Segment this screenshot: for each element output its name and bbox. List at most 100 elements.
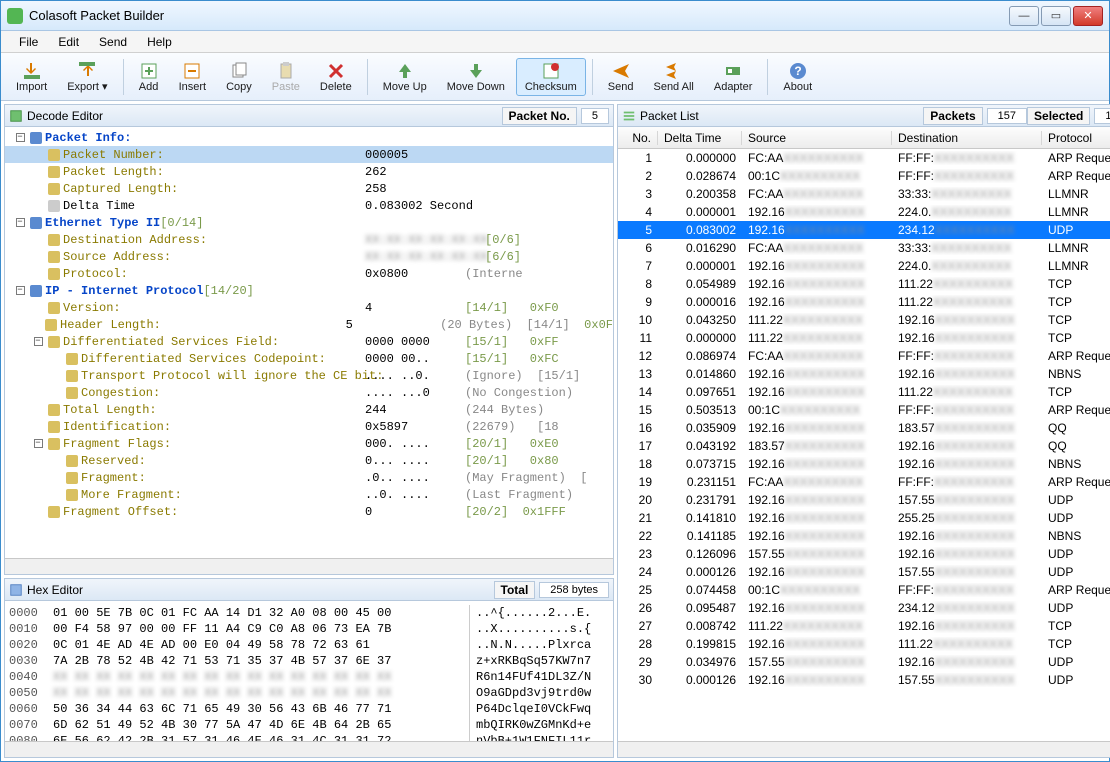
table-row[interactable]: 80.054989192.16XXXXXXXXXX111.22XXXXXXXXX…: [618, 275, 1110, 293]
table-row[interactable]: 250.07445800:1CXXXXXXXXXXFF:FF:XXXXXXXXX…: [618, 581, 1110, 599]
table-row[interactable]: 20.02867400:1CXXXXXXXXXXFF:FF:XXXXXXXXXX…: [618, 167, 1110, 185]
decode-icon: [9, 109, 23, 123]
maximize-button[interactable]: ▭: [1041, 6, 1071, 26]
toolbar-down-button[interactable]: Move Down: [438, 58, 514, 96]
decode-row[interactable]: Version:4[14/1] 0xF0: [5, 299, 613, 316]
table-row[interactable]: 180.073715192.16XXXXXXXXXX192.16XXXXXXXX…: [618, 455, 1110, 473]
hex-body[interactable]: 000001 00 5E 7B 0C 01 FC AA 14 D1 32 A0 …: [5, 601, 613, 741]
decode-row[interactable]: −Differentiated Services Field:0000 0000…: [5, 333, 613, 350]
hex-row[interactable]: 00706D 62 51 49 52 4B 30 77 5A 47 4D 6E …: [9, 717, 609, 733]
decode-row[interactable]: Differentiated Services Codepoint:0000 0…: [5, 350, 613, 367]
toolbar-insert-button[interactable]: Insert: [170, 58, 216, 96]
hex-hscroll[interactable]: [5, 741, 613, 757]
toolbar-delete-button[interactable]: Delete: [311, 58, 361, 96]
menu-send[interactable]: Send: [91, 33, 135, 51]
decode-row[interactable]: Congestion:.... ...0(No Congestion): [5, 384, 613, 401]
table-row[interactable]: 200.231791192.16XXXXXXXXXX157.55XXXXXXXX…: [618, 491, 1110, 509]
table-row[interactable]: 160.035909192.16XXXXXXXXXX183.57XXXXXXXX…: [618, 419, 1110, 437]
hex-row[interactable]: 001000 F4 58 97 00 00 FF 11 A4 C9 C0 A8 …: [9, 621, 609, 637]
toolbar-sendall-button[interactable]: Send All: [644, 58, 702, 96]
table-row[interactable]: 130.014860192.16XXXXXXXXXX192.16XXXXXXXX…: [618, 365, 1110, 383]
decode-row[interactable]: Fragment:.0.. ....(May Fragment) [: [5, 469, 613, 486]
decode-hscroll[interactable]: [5, 558, 613, 574]
decode-row[interactable]: Fragment Offset:0[20/2] 0x1FFF: [5, 503, 613, 520]
table-row[interactable]: 190.231151FC:AAXXXXXXXXXXFF:FF:XXXXXXXXX…: [618, 473, 1110, 491]
table-row[interactable]: 290.034976157.55XXXXXXXXXX192.16XXXXXXXX…: [618, 653, 1110, 671]
col-dest[interactable]: Destination: [892, 131, 1042, 145]
toolbar-paste-button[interactable]: Paste: [263, 58, 309, 96]
toolbar-export-button[interactable]: Export ▾: [58, 57, 116, 96]
decode-row[interactable]: −Ethernet Type II[0/14]: [5, 214, 613, 231]
toolbar-checksum-button[interactable]: Checksum: [516, 58, 586, 96]
decode-row[interactable]: Source Address:XX:XX:XX:XX:XX:XX[6/6]: [5, 248, 613, 265]
hex-row[interactable]: 000001 00 5E 7B 0C 01 FC AA 14 D1 32 A0 …: [9, 605, 609, 621]
close-button[interactable]: ✕: [1073, 6, 1103, 26]
hex-icon: [9, 583, 23, 597]
minimize-button[interactable]: —: [1009, 6, 1039, 26]
decode-row[interactable]: −IP - Internet Protocol[14/20]: [5, 282, 613, 299]
table-row[interactable]: 40.000001192.16XXXXXXXXXX224.0.XXXXXXXXX…: [618, 203, 1110, 221]
toolbar-import-button[interactable]: Import: [7, 58, 56, 96]
hex-row[interactable]: 0040XX XX XX XX XX XX XX XX XX XX XX XX …: [9, 669, 609, 685]
menu-help[interactable]: Help: [139, 33, 180, 51]
decode-row[interactable]: Delta Time0.083002 Second: [5, 197, 613, 214]
table-row[interactable]: 280.199815192.16XXXXXXXXXX111.22XXXXXXXX…: [618, 635, 1110, 653]
table-row[interactable]: 220.141185192.16XXXXXXXXXX192.16XXXXXXXX…: [618, 527, 1110, 545]
toolbar-copy-button[interactable]: Copy: [217, 58, 261, 96]
decode-row[interactable]: Captured Length:258: [5, 180, 613, 197]
decode-row[interactable]: Total Length:244(244 Bytes): [5, 401, 613, 418]
decode-tree[interactable]: −Packet Info:Packet Number:000005Packet …: [5, 127, 613, 558]
table-row[interactable]: 210.141810192.16XXXXXXXXXX255.25XXXXXXXX…: [618, 509, 1110, 527]
col-protocol[interactable]: Protocol: [1042, 131, 1110, 145]
toolbar-up-button[interactable]: Move Up: [374, 58, 436, 96]
table-row[interactable]: 60.016290FC:AAXXXXXXXXXX33:33:XXXXXXXXXX…: [618, 239, 1110, 257]
table-row[interactable]: 30.200358FC:AAXXXXXXXXXX33:33:XXXXXXXXXX…: [618, 185, 1110, 203]
table-row[interactable]: 10.000000FC:AAXXXXXXXXXXFF:FF:XXXXXXXXXX…: [618, 149, 1110, 167]
decode-row[interactable]: More Fragment:..0. ....(Last Fragment): [5, 486, 613, 503]
decode-row[interactable]: −Packet Info:: [5, 129, 613, 146]
toolbar-send-button[interactable]: Send: [599, 58, 643, 96]
table-row[interactable]: 70.000001192.16XXXXXXXXXX224.0.XXXXXXXXX…: [618, 257, 1110, 275]
table-row[interactable]: 240.000126192.16XXXXXXXXXX157.55XXXXXXXX…: [618, 563, 1110, 581]
decode-row[interactable]: −Fragment Flags:000. ....[20/1] 0xE0: [5, 435, 613, 452]
toolbar-adapter-button[interactable]: Adapter: [705, 58, 762, 96]
table-row[interactable]: 260.095487192.16XXXXXXXXXX234.12XXXXXXXX…: [618, 599, 1110, 617]
col-source[interactable]: Source: [742, 131, 892, 145]
decode-row[interactable]: Transport Protocol will ignore the CE bi…: [5, 367, 613, 384]
table-row[interactable]: 150.50351300:1CXXXXXXXXXXFF:FF:XXXXXXXXX…: [618, 401, 1110, 419]
table-row[interactable]: 50.083002192.16XXXXXXXXXX234.12XXXXXXXXX…: [618, 221, 1110, 239]
list-hscroll[interactable]: [618, 741, 1110, 757]
table-row[interactable]: 140.097651192.16XXXXXXXXXX111.22XXXXXXXX…: [618, 383, 1110, 401]
hex-row[interactable]: 00806E 56 62 42 2B 31 57 31 46 4E 46 31 …: [9, 733, 609, 741]
table-row[interactable]: 170.043192183.57XXXXXXXXXX192.16XXXXXXXX…: [618, 437, 1110, 455]
decode-row[interactable]: Reserved:0... ....[20/1] 0x80: [5, 452, 613, 469]
decode-row[interactable]: Header Length:5(20 Bytes) [14/1] 0x0F: [5, 316, 613, 333]
titlebar[interactable]: Colasoft Packet Builder — ▭ ✕: [1, 1, 1109, 31]
app-icon: [7, 8, 23, 24]
menu-edit[interactable]: Edit: [50, 33, 87, 51]
decode-row[interactable]: Destination Address:XX:XX:XX:XX:XX:XX[0/…: [5, 231, 613, 248]
table-row[interactable]: 100.043250111.22XXXXXXXXXX192.16XXXXXXXX…: [618, 311, 1110, 329]
table-row[interactable]: 270.008742111.22XXXXXXXXXX192.16XXXXXXXX…: [618, 617, 1110, 635]
col-delta[interactable]: Delta Time: [658, 131, 742, 145]
decode-row[interactable]: Identification:0x5897(22679) [18: [5, 418, 613, 435]
hex-row[interactable]: 00307A 2B 78 52 4B 42 71 53 71 35 37 4B …: [9, 653, 609, 669]
toolbar-add-button[interactable]: Add: [130, 58, 168, 96]
decode-row[interactable]: Protocol:0x0800(Interne: [5, 265, 613, 282]
table-header[interactable]: No. Delta Time Source Destination Protoc…: [618, 127, 1110, 149]
hex-row[interactable]: 006050 36 34 44 63 6C 71 65 49 30 56 43 …: [9, 701, 609, 717]
packet-table[interactable]: No. Delta Time Source Destination Protoc…: [618, 127, 1110, 741]
decode-row[interactable]: Packet Number:000005: [5, 146, 613, 163]
table-row[interactable]: 90.000016192.16XXXXXXXXXX111.22XXXXXXXXX…: [618, 293, 1110, 311]
table-row[interactable]: 230.126096157.55XXXXXXXXXX192.16XXXXXXXX…: [618, 545, 1110, 563]
toolbar-about-button[interactable]: ?About: [774, 58, 821, 96]
table-row[interactable]: 110.000000111.22XXXXXXXXXX192.16XXXXXXXX…: [618, 329, 1110, 347]
table-row[interactable]: 120.086974FC:AAXXXXXXXXXXFF:FF:XXXXXXXXX…: [618, 347, 1110, 365]
hex-row[interactable]: 00200C 01 4E AD 4E AD 00 E0 04 49 58 78 …: [9, 637, 609, 653]
packetno-label: Packet No.: [502, 107, 577, 125]
decode-row[interactable]: Packet Length:262: [5, 163, 613, 180]
table-row[interactable]: 300.000126192.16XXXXXXXXXX157.55XXXXXXXX…: [618, 671, 1110, 689]
menu-file[interactable]: File: [11, 33, 46, 51]
col-no[interactable]: No.: [618, 131, 658, 145]
hex-row[interactable]: 0050XX XX XX XX XX XX XX XX XX XX XX XX …: [9, 685, 609, 701]
